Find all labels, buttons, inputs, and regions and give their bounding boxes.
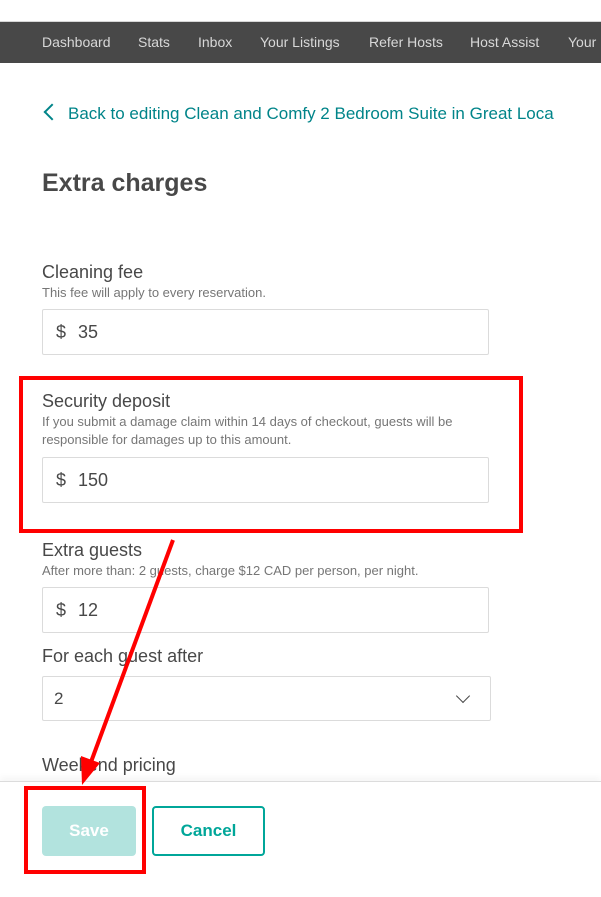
guest-after-value: 2 [54,689,64,708]
currency-symbol: $ [56,470,67,490]
page-title: Extra charges [42,169,208,197]
security-deposit-input[interactable] [78,466,468,494]
nav-dashboard[interactable]: Dashboard [42,34,111,50]
chevron-left-icon [43,103,61,121]
extra-guests-input[interactable] [78,596,468,624]
nav-stats[interactable]: Stats [138,34,170,50]
extra-guests-help: After more than: 2 guests, charge $12 CA… [42,563,419,578]
nav-refer-hosts[interactable]: Refer Hosts [369,34,443,50]
guest-after-label: For each guest after [42,646,204,666]
top-navigation: Dashboard Stats Inbox Your Listings Refe… [0,21,601,63]
nav-host-assist[interactable]: Host Assist [470,34,539,50]
guest-after-select[interactable]: 2 [42,676,491,721]
security-deposit-label: Security deposit [42,391,171,411]
cleaning-fee-field[interactable]: $ [42,309,489,355]
security-deposit-help: If you submit a damage claim within 14 d… [42,414,453,447]
extra-guests-label: Extra guests [42,540,143,560]
back-link-label: Back to editing Clean and Comfy 2 Bedroo… [68,104,554,123]
currency-symbol: $ [56,322,67,342]
cleaning-fee-help: This fee will apply to every reservation… [42,285,266,300]
nav-your-more[interactable]: Your [568,34,596,50]
nav-your-listings[interactable]: Your Listings [260,34,340,50]
save-button[interactable]: Save [42,806,136,856]
extra-guests-field[interactable]: $ [42,587,489,633]
nav-inbox[interactable]: Inbox [198,34,232,50]
cleaning-fee-label: Cleaning fee [42,262,144,282]
back-to-listing-link[interactable]: Back to editing Clean and Comfy 2 Bedroo… [42,103,554,124]
currency-symbol: $ [56,600,67,620]
weekend-pricing-label: Weekend pricing [42,755,176,775]
cancel-button[interactable]: Cancel [152,806,265,856]
security-deposit-field[interactable]: $ [42,457,489,503]
cleaning-fee-input[interactable] [78,318,468,346]
chevron-down-icon [455,688,471,704]
